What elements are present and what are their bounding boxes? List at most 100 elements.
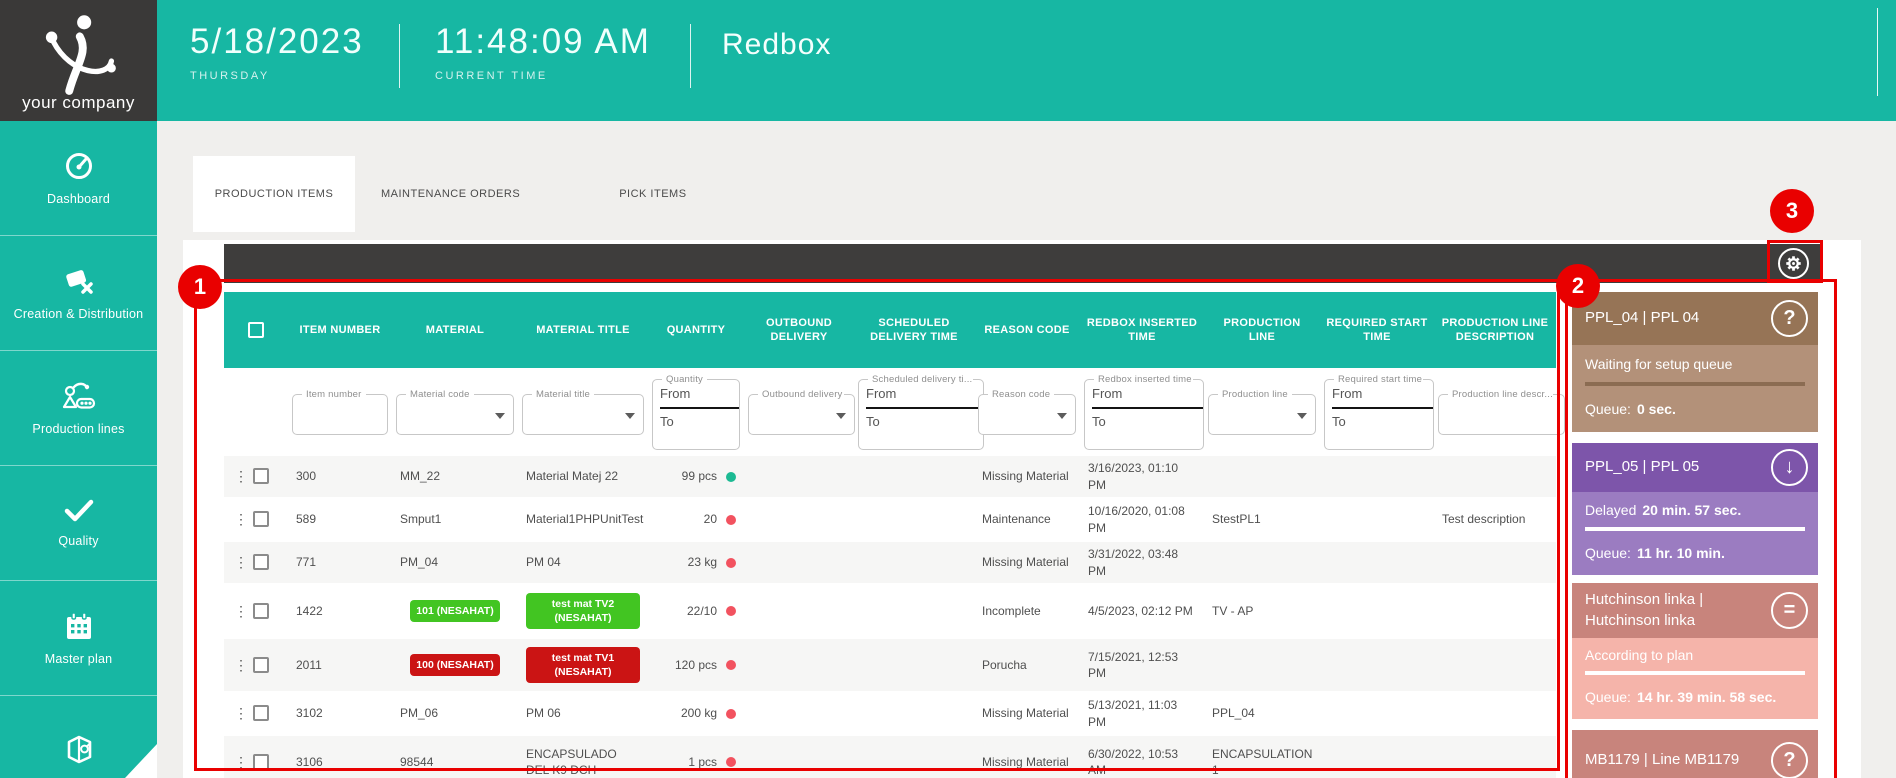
cell-quantity: 1 pcs — [688, 754, 717, 770]
row-menu-icon[interactable] — [234, 510, 242, 529]
row-menu-icon[interactable] — [234, 704, 242, 723]
row-checkbox[interactable] — [253, 511, 269, 527]
column-header-material-title[interactable]: MATERIAL TITLE — [518, 292, 648, 368]
table-row[interactable]: 3102 PM_06 PM 06 200 kg Missing Material… — [224, 693, 1556, 734]
filter-production-line-input[interactable] — [1216, 400, 1308, 420]
sidebar-item-label: Quality — [58, 534, 98, 548]
column-header-production-line[interactable]: PRODUCTION LINE — [1204, 292, 1320, 368]
column-header-reason-code[interactable]: REASON CODE — [974, 292, 1080, 368]
filter-to-field[interactable]: To — [866, 409, 976, 429]
sidebar-item-production-lines[interactable]: Production lines — [0, 351, 157, 466]
queue-card-hutchinson[interactable]: Hutchinson linka | Hutchinson linka = Ac… — [1572, 583, 1818, 723]
cell-item-number: 771 — [288, 554, 392, 570]
filter-to-field[interactable]: To — [660, 409, 732, 429]
sidebar-item-quality[interactable]: Quality — [0, 466, 157, 581]
row-checkbox[interactable] — [253, 705, 269, 721]
table-settings-button[interactable] — [1768, 246, 1818, 281]
table-row[interactable]: 589 Smput1 Material1PHPUnitTest 20 Maint… — [224, 499, 1556, 540]
filter-production-line[interactable]: Production line — [1208, 389, 1316, 435]
row-menu-icon[interactable] — [234, 753, 242, 772]
column-header-redbox-inserted-time[interactable]: REDBOX INSERTED TIME — [1080, 292, 1204, 368]
cell-reason-code: Missing Material — [974, 705, 1080, 721]
row-checkbox[interactable] — [253, 554, 269, 570]
cell-material: 98544 — [392, 754, 518, 770]
filter-material-title-input[interactable] — [530, 400, 636, 420]
sidebar-item-label: Master plan — [45, 652, 113, 666]
sidebar-item-label: Production lines — [32, 422, 124, 436]
status-dot-green — [726, 472, 736, 482]
filter-outbound-delivery-input[interactable] — [756, 400, 847, 420]
cell-redbox-inserted-time: 10/16/2020, 01:08 PM — [1080, 503, 1204, 535]
filter-from-field[interactable]: From — [866, 385, 976, 407]
dropdown-arrow-icon[interactable] — [625, 413, 635, 419]
row-checkbox[interactable] — [253, 468, 269, 484]
cell-material: PM_06 — [392, 705, 518, 721]
sidebar-item-master-plan[interactable]: Master plan — [0, 581, 157, 696]
filter-reason-code-input[interactable] — [986, 400, 1068, 420]
filter-redbox-inserted-time[interactable]: Redbox inserted time From To — [1084, 374, 1204, 450]
column-header-scheduled-delivery-time[interactable]: SCHEDULED DELIVERY TIME — [854, 292, 974, 368]
dropdown-arrow-icon[interactable] — [836, 413, 846, 419]
sidebar-item-creation-distribution[interactable]: Creation & Distribution — [0, 236, 157, 351]
filter-production-line-description[interactable]: Production line descr... — [1438, 389, 1565, 435]
filter-to-field[interactable]: To — [1332, 409, 1426, 429]
filter-quantity[interactable]: Quantity From To — [652, 374, 740, 450]
status-dot-red — [726, 558, 736, 568]
dropdown-arrow-icon[interactable] — [1297, 413, 1307, 419]
filter-from-field[interactable]: From — [660, 385, 732, 407]
table-row[interactable]: 300 MM_22 Material Matej 22 99 pcs Missi… — [224, 456, 1556, 497]
row-menu-icon[interactable] — [234, 656, 242, 675]
filter-material-code-input[interactable] — [404, 400, 506, 420]
column-header-material[interactable]: MATERIAL — [392, 292, 518, 368]
select-all-checkbox[interactable] — [248, 322, 264, 338]
filter-required-start-time[interactable]: Required start time From To — [1324, 374, 1434, 450]
sidebar-item-label: Dashboard — [47, 192, 110, 206]
filter-from-field[interactable]: From — [1092, 385, 1196, 407]
queue-card-title: Hutchinson linka | Hutchinson linka — [1585, 590, 1753, 631]
row-checkbox[interactable] — [253, 657, 269, 673]
tab-pick-items[interactable]: PICK ITEMS — [593, 156, 712, 232]
column-header-item-number[interactable]: ITEM NUMBER — [288, 292, 392, 368]
dropdown-arrow-icon[interactable] — [495, 413, 505, 419]
filter-outbound-delivery[interactable]: Outbound delivery — [748, 389, 855, 435]
row-menu-icon[interactable] — [234, 553, 242, 572]
gauge-icon — [63, 150, 95, 182]
company-logo[interactable]: your company — [0, 0, 157, 121]
production-line-icon — [61, 380, 97, 412]
row-checkbox[interactable] — [253, 603, 269, 619]
table-row[interactable]: 1422 101 (NESAHAT) test mat TV2 (NESAHAT… — [224, 585, 1556, 637]
row-checkbox[interactable] — [253, 754, 269, 770]
table-row[interactable]: 3106 98544 ENCAPSULADO DEL K9 DCH 1 pcs … — [224, 736, 1556, 778]
filter-reason-code[interactable]: Reason code — [978, 389, 1076, 435]
column-header-production-line-description[interactable]: PRODUCTION LINE DESCRIPTION — [1434, 292, 1556, 368]
row-menu-icon[interactable] — [234, 467, 242, 486]
filter-item-number[interactable]: Item number — [292, 389, 388, 435]
current-time-label: CURRENT TIME — [435, 70, 651, 82]
package-icon — [62, 731, 96, 765]
filter-to-field[interactable]: To — [1092, 409, 1196, 429]
column-header-required-start-time[interactable]: REQUIRED START TIME — [1320, 292, 1434, 368]
row-menu-icon[interactable] — [234, 602, 242, 621]
queue-card-mb1179[interactable]: MB1179 | Line MB1179 ? — [1572, 730, 1818, 778]
tab-production-items[interactable]: PRODUCTION ITEMS — [193, 156, 355, 232]
annotation-label-3: 3 — [1770, 189, 1814, 233]
column-header-quantity[interactable]: QUANTITY — [648, 292, 744, 368]
filter-item-number-input[interactable] — [300, 400, 380, 420]
cell-redbox-inserted-time: 6/30/2022, 10:53 AM — [1080, 746, 1204, 778]
table-row[interactable]: 2011 100 (NESAHAT) test mat TV1 (NESAHAT… — [224, 639, 1556, 691]
filter-production-line-description-input[interactable] — [1446, 400, 1557, 420]
column-header-outbound-delivery[interactable]: OUTBOUND DELIVERY — [744, 292, 854, 368]
tab-maintenance-orders[interactable]: MAINTENANCE ORDERS — [355, 156, 546, 232]
content-tabs: PRODUCTION ITEMS MAINTENANCE ORDERS PICK… — [193, 156, 713, 232]
filter-material-code[interactable]: Material code — [396, 389, 514, 435]
table-row[interactable]: 771 PM_04 PM 04 23 kg Missing Material 3… — [224, 542, 1556, 583]
filter-scheduled-delivery-time[interactable]: Scheduled delivery ti... From To — [858, 374, 984, 450]
queue-card-ppl-05[interactable]: PPL_05 | PPL 05 ↓ Delayed 20 min. 57 sec… — [1572, 443, 1818, 575]
filter-material-title[interactable]: Material title — [522, 389, 644, 435]
sidebar-item-dashboard[interactable]: Dashboard — [0, 121, 157, 236]
queue-card-ppl-04[interactable]: PPL_04 | PPL 04 ? Waiting for setup queu… — [1572, 292, 1818, 432]
cell-quantity: 20 — [704, 511, 717, 527]
question-icon: ? — [1771, 742, 1808, 778]
dropdown-arrow-icon[interactable] — [1057, 413, 1067, 419]
filter-from-field[interactable]: From — [1332, 385, 1426, 407]
